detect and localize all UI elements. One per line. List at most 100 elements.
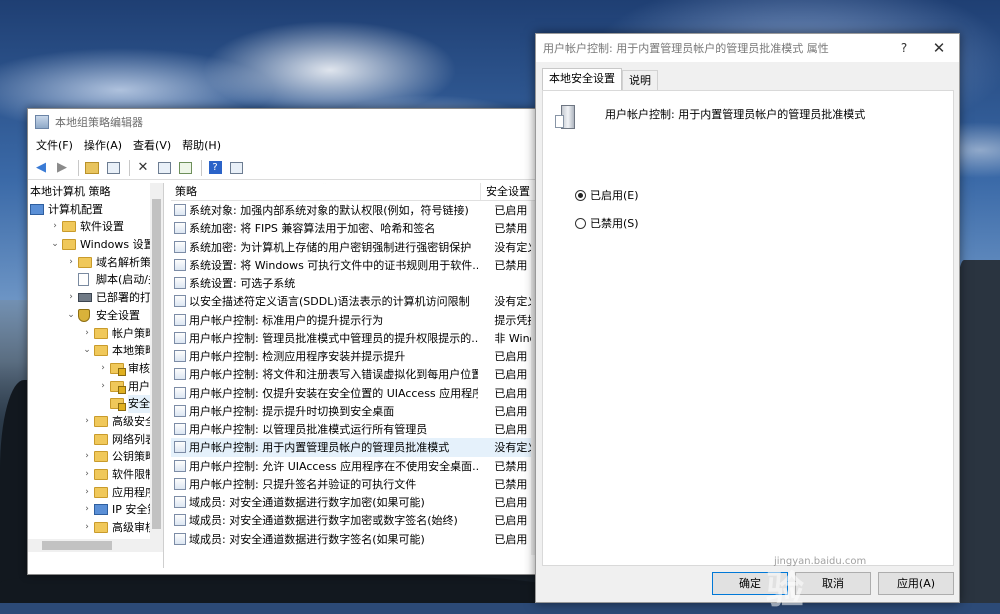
- dialog-title: 用户帐户控制: 用于内置管理员帐户的管理员批准模式 属性: [543, 42, 829, 55]
- disabled-radio[interactable]: [575, 217, 586, 229]
- menu-file[interactable]: 文件(F): [32, 137, 80, 153]
- policy-setting-icon: [174, 313, 186, 326]
- tree-vertical-scrollbar[interactable]: [150, 183, 163, 550]
- tree-item[interactable]: ⌄ 本地策略: [28, 342, 163, 360]
- policy-row[interactable]: 用户帐户控制: 只提升签名并验证的可执行文件 已禁用: [171, 475, 536, 493]
- chevron-right-icon[interactable]: ›: [82, 519, 92, 537]
- chevron-right-icon[interactable]: ›: [50, 218, 60, 236]
- policy-row[interactable]: 系统对象: 加强内部系统对象的默认权限(例如，符号链接) 已启用: [171, 201, 536, 219]
- tree-item[interactable]: ›审核策略: [28, 360, 163, 378]
- tree-item[interactable]: ›高级安全 W: [28, 413, 163, 431]
- policy-row[interactable]: 用户帐户控制: 将文件和注册表写入错误虚拟化到每用户位置 已启用: [171, 365, 536, 383]
- chevron-down-icon[interactable]: ⌄: [50, 236, 60, 254]
- policy-row[interactable]: 系统设置: 将 Windows 可执行文件中的证书规则用于软件... 已禁用: [171, 256, 536, 274]
- policy-row[interactable]: 用户帐户控制: 管理员批准模式中管理员的提升权限提示的... 非 Windows: [171, 329, 536, 347]
- enabled-radio[interactable]: [575, 189, 586, 201]
- menu-help[interactable]: 帮助(H): [178, 137, 228, 153]
- view-icon[interactable]: [227, 159, 245, 177]
- policy-row[interactable]: 域成员: 对安全通道数据进行数字签名(如果可能) 已启用: [171, 530, 536, 548]
- policy-name: 用户帐户控制: 用于内置管理员帐户的管理员批准模式: [605, 108, 866, 121]
- policy-setting-cell: 没有定义: [494, 240, 537, 254]
- back-arrow-icon[interactable]: ◀: [32, 159, 50, 177]
- cancel-button[interactable]: 取消: [795, 572, 871, 595]
- apply-button[interactable]: 应用(A): [878, 572, 954, 595]
- tree-item[interactable]: ⌄ 安全设置: [28, 307, 163, 325]
- policy-row[interactable]: 系统设置: 可选子系统: [171, 274, 536, 292]
- tree-horizontal-scrollbar[interactable]: [28, 539, 163, 552]
- tree-item[interactable]: 脚本(启动/关机: [28, 271, 163, 289]
- tree-item[interactable]: › IP 安全策略: [28, 501, 163, 519]
- wallpaper-rock: [955, 260, 1000, 603]
- policy-row[interactable]: 域成员: 对安全通道数据进行数字加密(如果可能) 已启用: [171, 493, 536, 511]
- chevron-right-icon[interactable]: ›: [82, 466, 92, 484]
- chevron-right-icon[interactable]: ›: [66, 289, 76, 307]
- tree-header[interactable]: 本地计算机 策略: [28, 183, 163, 201]
- dialog-titlebar[interactable]: 用户帐户控制: 用于内置管理员帐户的管理员批准模式 属性 ? ✕: [536, 34, 959, 62]
- policy-row[interactable]: 用户帐户控制: 检测应用程序安装并提示提升 已启用: [171, 347, 536, 365]
- disabled-radio-option[interactable]: 已禁用(S): [575, 215, 639, 231]
- toolbar-separator: [129, 159, 130, 176]
- chevron-right-icon[interactable]: ›: [82, 484, 92, 502]
- tree-item[interactable]: › 软件设置: [28, 218, 163, 236]
- tree-item[interactable]: › 域名解析策略: [28, 254, 163, 272]
- policy-setting-cell: 已启用: [494, 514, 528, 528]
- ok-button[interactable]: 确定: [712, 572, 788, 595]
- menu-view[interactable]: 查看(V): [129, 137, 178, 153]
- tree-item[interactable]: › 高级审核策: [28, 519, 163, 537]
- up-folder-icon[interactable]: [83, 159, 101, 177]
- export-list-icon[interactable]: [176, 159, 194, 177]
- properties-icon[interactable]: [155, 159, 173, 177]
- chevron-right-icon[interactable]: ›: [82, 413, 92, 431]
- forward-arrow-icon[interactable]: ▶: [53, 159, 71, 177]
- chevron-right-icon[interactable]: ›: [98, 378, 108, 396]
- tree-item[interactable]: 计算机配置: [28, 201, 163, 219]
- policy-row[interactable]: 用户帐户控制: 以管理员批准模式运行所有管理员 已启用: [171, 420, 536, 438]
- tab-explain[interactable]: 说明: [622, 70, 658, 90]
- tree-item[interactable]: ⌄ Windows 设置: [28, 236, 163, 254]
- tree-item[interactable]: ›用户权限: [28, 378, 163, 396]
- shield-icon: [78, 308, 90, 322]
- close-icon[interactable]: ✕: [919, 39, 959, 57]
- delete-icon[interactable]: ✕: [134, 159, 152, 177]
- chevron-right-icon[interactable]: ›: [66, 254, 76, 272]
- tab-local-security-setting[interactable]: 本地安全设置: [542, 68, 622, 90]
- enabled-radio-option[interactable]: 已启用(E): [575, 187, 639, 203]
- tree-item[interactable]: › 应用程序控: [28, 484, 163, 502]
- editor-titlebar[interactable]: 本地组策略编辑器: [28, 109, 536, 135]
- policy-row[interactable]: 用户帐户控制: 用于内置管理员帐户的管理员批准模式 没有定义: [171, 438, 536, 457]
- folder-icon: [94, 469, 108, 480]
- menu-action[interactable]: 操作(A): [80, 137, 129, 153]
- policy-setting-cell: 已启用: [494, 404, 528, 418]
- policy-row[interactable]: 用户帐户控制: 标准用户的提升提示行为 提示凭据: [171, 311, 536, 329]
- chevron-right-icon[interactable]: ›: [82, 501, 92, 519]
- column-header-setting[interactable]: 安全设置: [481, 183, 530, 200]
- policy-row[interactable]: 用户帐户控制: 提示提升时切换到安全桌面 已启用: [171, 402, 536, 420]
- policy-row[interactable]: 系统加密: 为计算机上存储的用户密钥强制进行强密钥保护 没有定义: [171, 238, 537, 256]
- sort-ascending-icon: ⌃: [321, 183, 328, 189]
- tree-item[interactable]: › 公钥策略: [28, 448, 163, 466]
- policy-row[interactable]: 以安全描述符定义语言(SDDL)语法表示的计算机访问限制 没有定义: [171, 292, 536, 310]
- policy-row[interactable]: 用户帐户控制: 仅提升安装在安全位置的 UIAccess 应用程序 已启用: [171, 384, 536, 402]
- show-hide-tree-icon[interactable]: [104, 159, 122, 177]
- chevron-right-icon[interactable]: ›: [82, 325, 92, 343]
- policy-setting-icon: [174, 386, 186, 399]
- help-icon[interactable]: ?: [206, 159, 224, 177]
- policy-row[interactable]: 系统加密: 将 FIPS 兼容算法用于加密、哈希和签名 已禁用: [171, 219, 536, 237]
- policy-name-cell: 域成员: 对安全通道数据进行数字签名(如果可能): [189, 532, 425, 546]
- chevron-down-icon[interactable]: ⌄: [82, 342, 92, 360]
- chevron-right-icon[interactable]: ›: [98, 360, 108, 378]
- policy-row[interactable]: 用户帐户控制: 允许 UIAccess 应用程序在不使用安全桌面... 已禁用: [171, 457, 536, 475]
- policy-name-cell: 用户帐户控制: 允许 UIAccess 应用程序在不使用安全桌面...: [189, 459, 479, 473]
- tree-item[interactable]: ›已部署的打印机: [28, 289, 163, 307]
- scrollbar-thumb[interactable]: [42, 541, 112, 550]
- chevron-right-icon[interactable]: ›: [82, 448, 92, 466]
- policy-name-cell: 用户帐户控制: 标准用户的提升提示行为: [189, 313, 384, 327]
- scrollbar-thumb[interactable]: [152, 199, 161, 529]
- tree-item[interactable]: › 帐户策略: [28, 325, 163, 343]
- policy-row[interactable]: 域成员: 对安全通道数据进行数字加密或数字签名(始终) 已启用: [171, 511, 536, 529]
- help-button[interactable]: ?: [889, 41, 919, 55]
- tree-item[interactable]: 安全选项: [28, 395, 163, 413]
- tree-item[interactable]: 网络列表管: [28, 431, 163, 449]
- chevron-down-icon[interactable]: ⌄: [66, 307, 76, 325]
- tree-item[interactable]: › 软件限制策: [28, 466, 163, 484]
